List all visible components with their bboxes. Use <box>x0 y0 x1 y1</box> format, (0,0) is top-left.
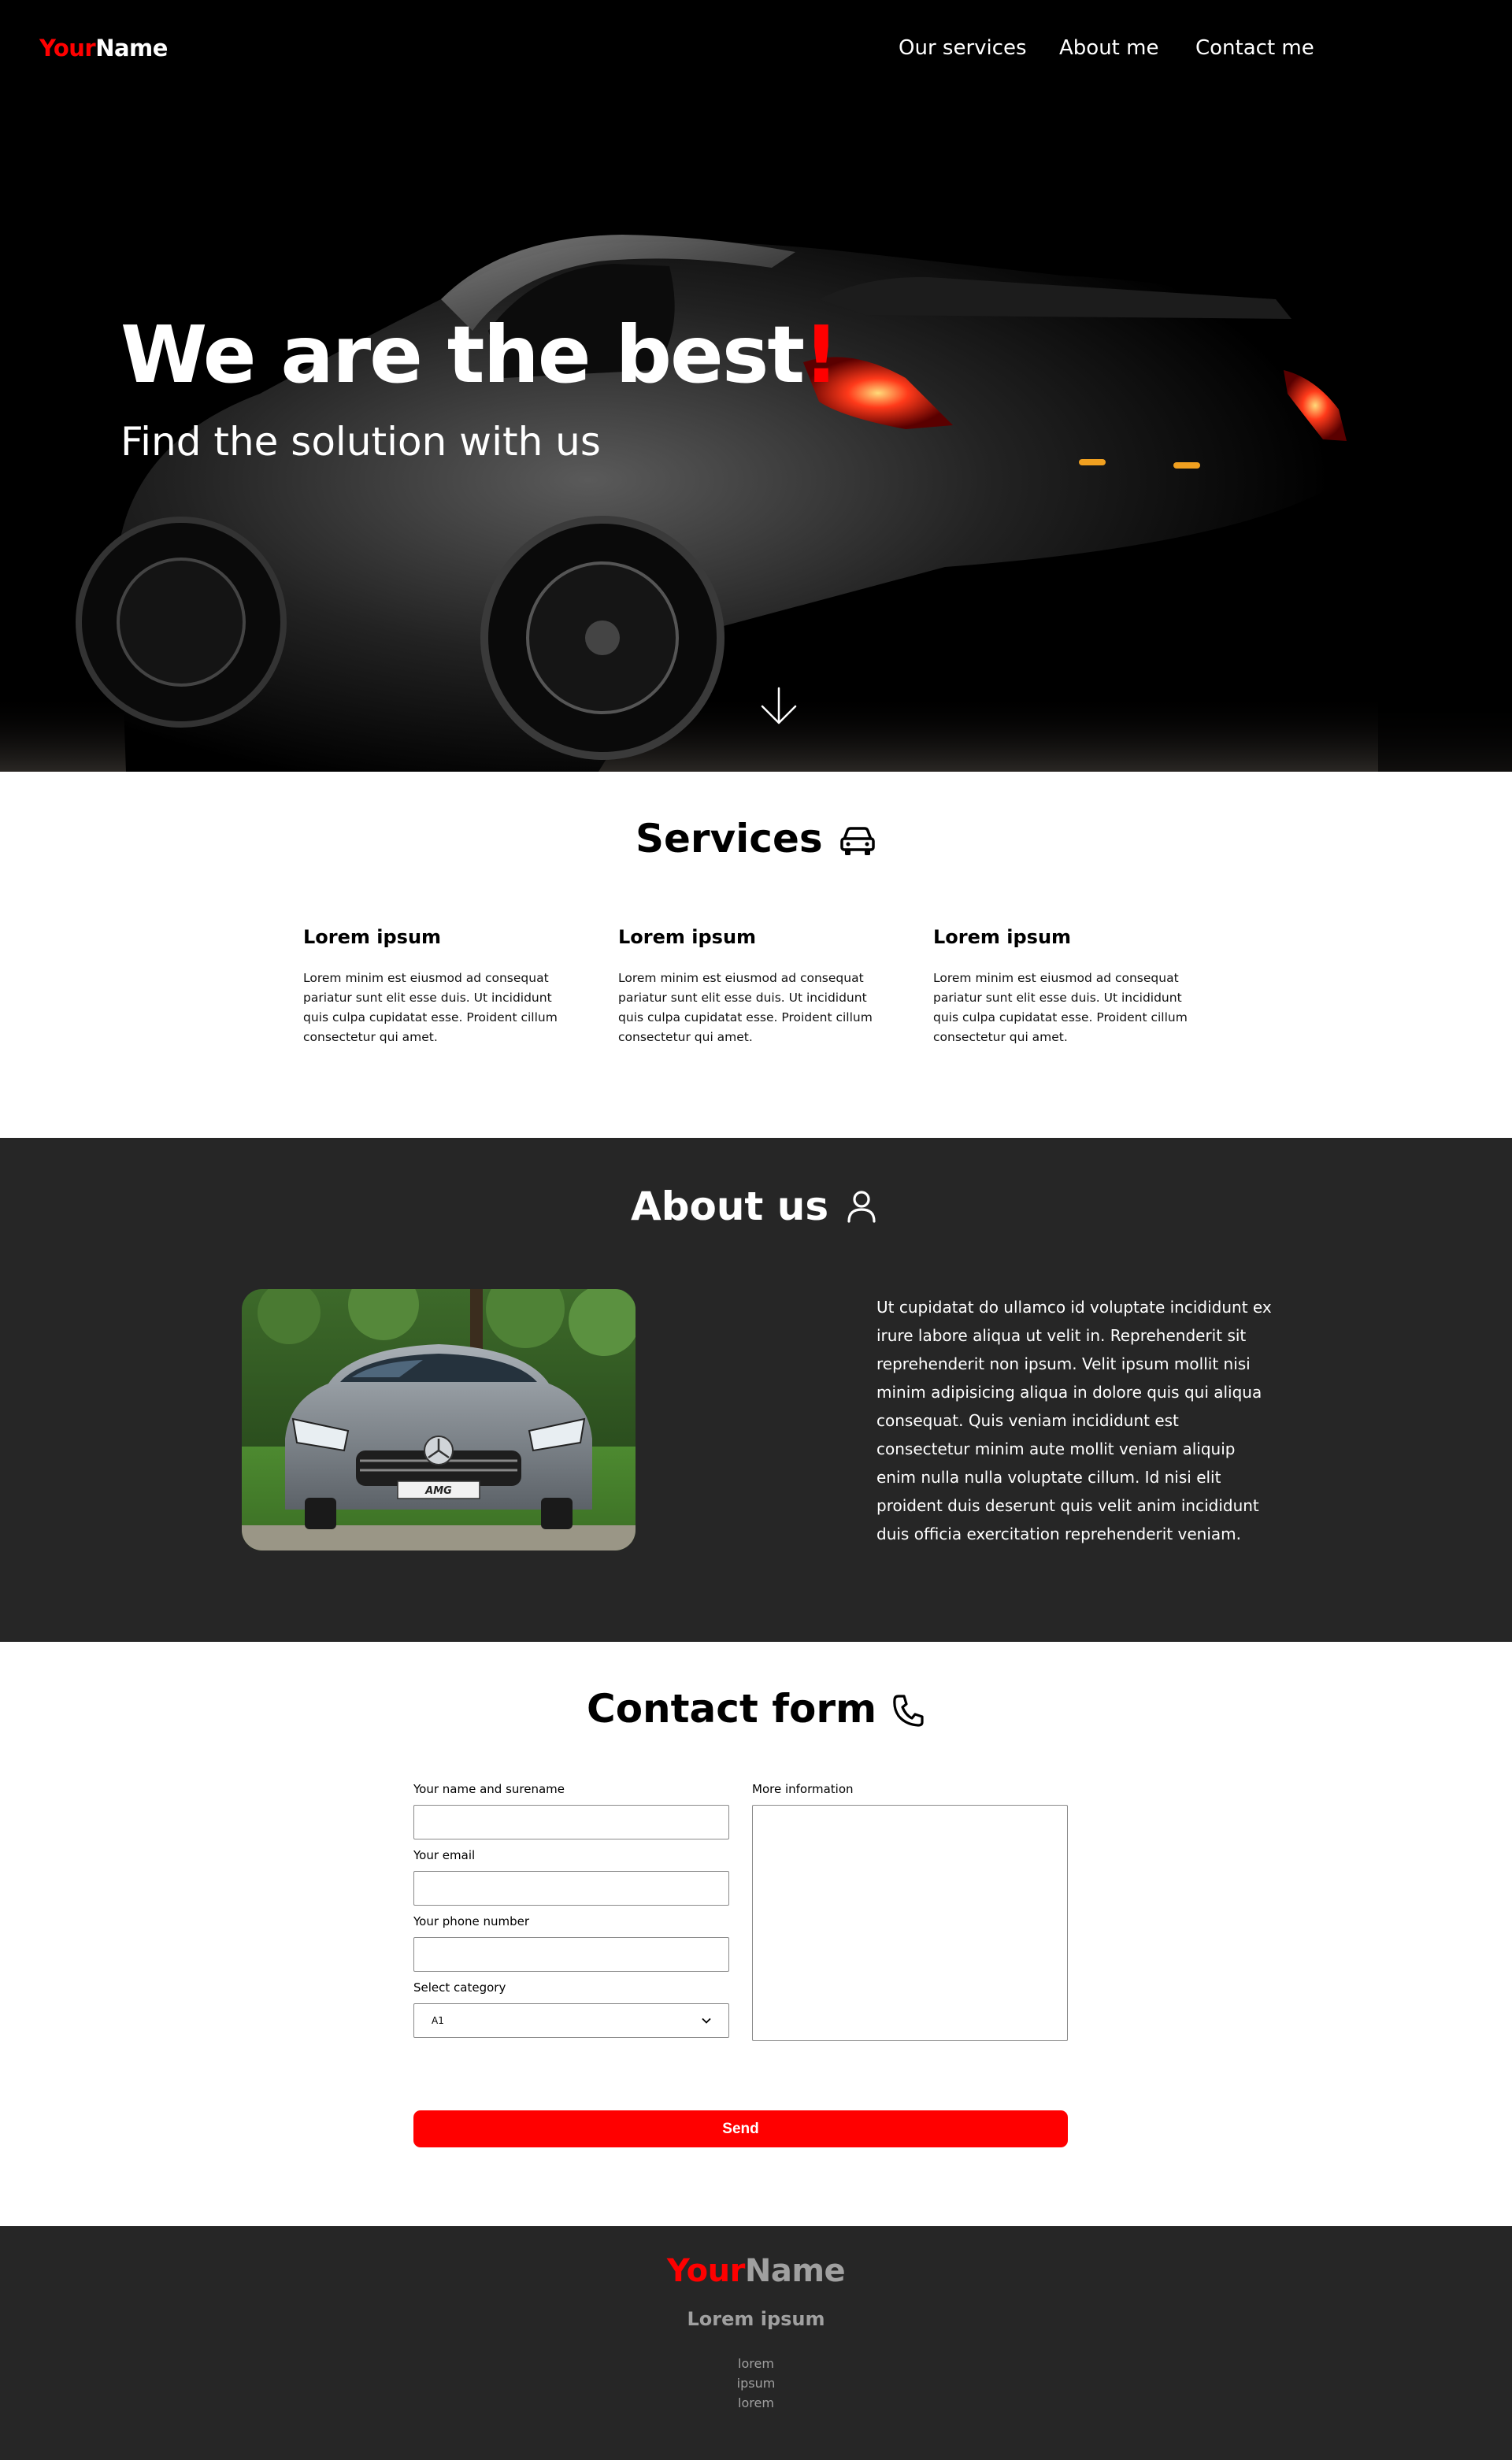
about-text: Ut cupidatat do ullamco id voluptate inc… <box>876 1298 1272 1543</box>
footer-logo[interactable]: YourName <box>0 2253 1512 2289</box>
service-title: Lorem ipsum <box>618 926 757 948</box>
hero-section: YourName Our services About me Contact m… <box>0 0 1512 772</box>
hero-title-accent: ! <box>803 309 839 401</box>
about-heading: About us <box>631 1184 829 1229</box>
logo-part-your: Your <box>39 35 96 61</box>
service-title: Lorem ipsum <box>933 926 1072 948</box>
name-label: Your name and surename <box>413 1782 565 1796</box>
service-title: Lorem ipsum <box>303 926 442 948</box>
info-textarea[interactable] <box>752 1805 1068 2041</box>
send-button[interactable]: Send <box>413 2110 1068 2147</box>
user-icon <box>847 1191 876 1223</box>
category-label: Select category <box>413 1980 506 1995</box>
footer-heading: Lorem ipsum <box>687 2308 825 2330</box>
services-heading: Services <box>636 816 823 861</box>
about-section: About us AMG Ut cupidatat do ullamco id … <box>0 1138 1512 1642</box>
hero-title: We are the best! <box>120 309 839 401</box>
footer-link[interactable]: lorem <box>0 2354 1512 2373</box>
phone-input[interactable] <box>413 1937 729 1972</box>
nav-link-our-services[interactable]: Our services <box>899 36 1027 60</box>
footer-link[interactable]: lorem <box>0 2393 1512 2413</box>
services-section: Services Lorem ipsum Lorem minim est eiu… <box>0 772 1512 1138</box>
footer-logo-part-name: Name <box>744 2253 846 2289</box>
chevron-down-icon <box>702 2017 711 2024</box>
footer-links: lorem ipsum lorem <box>0 2354 1512 2413</box>
logo-part-name: Name <box>95 35 168 61</box>
hero-title-text: We are the best <box>120 309 805 401</box>
hero-subtitle: Find the solution with us <box>120 419 601 465</box>
phone-icon <box>893 1695 924 1727</box>
contact-section: Contact form Your name and surename Your… <box>0 1642 1512 2226</box>
email-label: Your email <box>413 1848 476 1862</box>
nav-link-about-me[interactable]: About me <box>1059 36 1158 60</box>
service-text: Lorem minim est eiusmod ad consequat par… <box>933 971 1188 1044</box>
footer: YourName Lorem ipsum lorem ipsum lorem <box>0 2226 1512 2460</box>
name-input[interactable] <box>413 1805 729 1839</box>
email-input[interactable] <box>413 1871 729 1906</box>
service-text: Lorem minim est eiusmod ad consequat par… <box>303 971 558 1044</box>
arrow-down-icon[interactable] <box>758 685 800 728</box>
phone-label: Your phone number <box>413 1914 530 1928</box>
service-card: Lorem ipsum Lorem minim est eiusmod ad c… <box>618 926 886 1047</box>
nav-logo[interactable]: YourName <box>39 35 168 61</box>
service-card: Lorem ipsum Lorem minim est eiusmod ad c… <box>933 926 1201 1047</box>
car-icon <box>840 827 875 855</box>
footer-logo-part-your: Your <box>666 2253 745 2289</box>
category-select-value: A1 <box>432 2015 444 2026</box>
nav-link-contact-me[interactable]: Contact me <box>1195 36 1314 60</box>
info-label: More information <box>752 1782 854 1796</box>
service-text: Lorem minim est eiusmod ad consequat par… <box>618 971 873 1044</box>
amg-badge: AMG <box>424 1485 452 1497</box>
footer-link[interactable]: ipsum <box>0 2373 1512 2393</box>
category-select[interactable]: A1 <box>413 2003 729 2038</box>
service-card: Lorem ipsum Lorem minim est eiusmod ad c… <box>303 926 571 1047</box>
about-car-image: AMG <box>242 1289 636 1550</box>
contact-heading: Contact form <box>587 1686 877 1732</box>
